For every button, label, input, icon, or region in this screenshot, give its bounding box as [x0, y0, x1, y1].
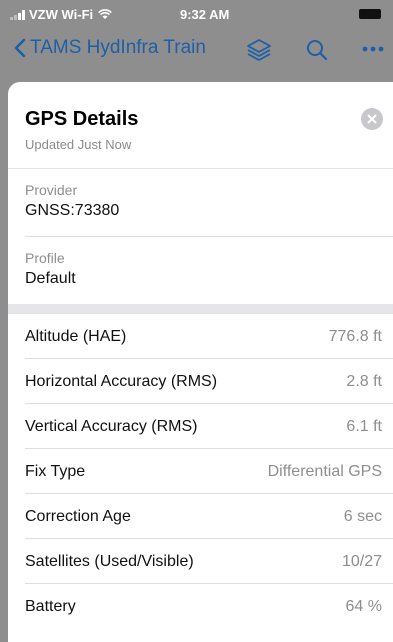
more-icon[interactable]: [362, 46, 384, 52]
close-icon: [367, 114, 377, 124]
detail-row-satellites: Satellites (Used/Visible) 10/27: [25, 539, 382, 584]
back-button[interactable]: TAMS HydInfra Train: [14, 37, 206, 59]
provider-label: Provider: [25, 182, 78, 198]
section-separator: [8, 304, 393, 314]
row-label: Altitude (HAE): [25, 327, 127, 345]
cell-signal-icon: [10, 9, 25, 20]
divider: [25, 236, 393, 237]
provider-value: GNSS:73380: [25, 202, 120, 219]
search-icon[interactable]: [305, 38, 329, 62]
profile-field: Profile Default: [25, 250, 382, 288]
sheet-subtitle: Updated Just Now: [25, 137, 132, 152]
sheet-header: GPS Details Updated Just Now: [8, 82, 393, 169]
row-label: Correction Age: [25, 507, 131, 525]
row-value: 10/27: [341, 552, 382, 570]
gps-details-sheet: GPS Details Updated Just Now Provider GN…: [8, 82, 393, 642]
detail-row-battery: Battery 64 %: [25, 584, 382, 629]
status-time: 9:32 AM: [180, 7, 230, 22]
close-button[interactable]: [361, 108, 383, 130]
row-label: Satellites (Used/Visible): [25, 552, 194, 570]
wifi-icon: [98, 9, 113, 19]
row-value: 64 %: [345, 597, 382, 615]
detail-row-horizontal-accuracy: Horizontal Accuracy (RMS) 2.8 ft: [25, 359, 382, 404]
row-label: Vertical Accuracy (RMS): [25, 417, 198, 435]
detail-row-vertical-accuracy: Vertical Accuracy (RMS) 6.1 ft: [25, 404, 382, 449]
provider-field: Provider GNSS:73380: [25, 182, 382, 220]
profile-value: Default: [25, 270, 76, 287]
row-value: 6 sec: [343, 507, 382, 525]
profile-label: Profile: [25, 250, 65, 266]
battery-icon: [359, 9, 381, 19]
row-label: Battery: [25, 597, 76, 615]
row-label: Fix Type: [25, 462, 86, 480]
detail-row-fix-type: Fix Type Differential GPS: [25, 449, 382, 494]
carrier-label: VZW Wi-Fi: [29, 7, 94, 22]
navigation-bar: TAMS HydInfra Train: [0, 28, 393, 72]
detail-row-altitude: Altitude (HAE) 776.8 ft: [25, 314, 382, 359]
layers-icon[interactable]: [246, 38, 272, 62]
status-left: VZW Wi-Fi: [10, 7, 113, 22]
detail-row-correction-age: Correction Age 6 sec: [25, 494, 382, 539]
row-value: 776.8 ft: [328, 327, 382, 345]
chevron-left-icon: [14, 38, 26, 58]
row-value: 6.1 ft: [346, 417, 382, 435]
back-title: TAMS HydInfra Train: [30, 37, 206, 58]
row-label: Horizontal Accuracy (RMS): [25, 372, 218, 390]
row-value: Differential GPS: [267, 462, 382, 480]
row-value: 2.8 ft: [346, 372, 382, 390]
sheet-title: GPS Details: [25, 108, 139, 130]
status-bar: VZW Wi-Fi 9:32 AM: [0, 0, 393, 28]
